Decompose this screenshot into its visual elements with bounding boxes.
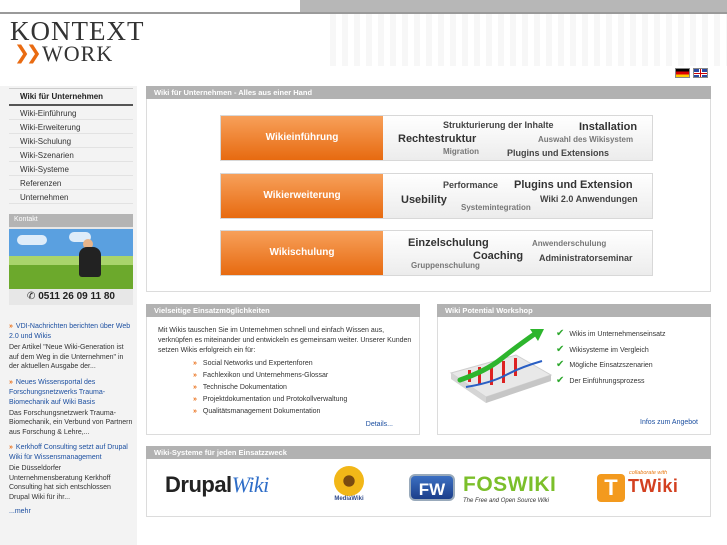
- check-item: ✔ Wikisysteme im Vergleich: [556, 343, 649, 355]
- nav-item-wiki-einfuehrung[interactable]: Wiki-Einführung: [9, 106, 133, 120]
- news-item: » Kerkhoff Consulting setzt auf Drupal Wi…: [9, 443, 133, 502]
- list-item: » Projektdokumentation und Protokollverwa…: [193, 396, 348, 403]
- news-item: » Neues Wissensportal des Forschungsnetzw…: [9, 378, 133, 438]
- page-header: KONTEXT ❯❯ WORK: [0, 0, 727, 83]
- language-switcher: [675, 68, 708, 78]
- checkmark-icon: ✔: [556, 359, 565, 370]
- checkmark-icon: ✔: [556, 343, 565, 355]
- keyword: Anwenderschulung: [532, 239, 607, 248]
- vielseitig-panel: Mit Wikis tauschen Sie im Unternehmen sc…: [146, 317, 420, 435]
- check-item: ✔ Wikis im Unternehmenseinsatz: [556, 328, 666, 339]
- keyword: Plugins und Extensions: [507, 148, 610, 158]
- keyword: Rechtestruktur: [398, 133, 477, 145]
- keyword: Einzelschulung: [408, 237, 489, 249]
- news-title-link[interactable]: » VDI-Nachrichten berichten über Web 2.0 …: [9, 322, 133, 342]
- list-item: » Technische Dokumentation: [193, 384, 287, 391]
- news-more-link[interactable]: ...mehr: [9, 508, 133, 515]
- nav-item-referenzen[interactable]: Referenzen: [9, 176, 133, 190]
- fw-badge-icon: FW: [409, 474, 455, 501]
- news-title-link[interactable]: » Neues Wissensportal des Forschungsnetzw…: [9, 378, 133, 408]
- mediawiki-logo[interactable]: MediaWiki: [329, 466, 369, 510]
- sunflower-icon: [334, 466, 364, 496]
- nav-item-wiki-systeme[interactable]: Wiki-Systeme: [9, 162, 133, 176]
- keyword: Plugins und Extension: [514, 179, 633, 191]
- hero-title: Wiki für Unternehmen - Alles aus einer H…: [146, 86, 711, 99]
- keyword: Performance: [443, 180, 499, 190]
- nav-item-unternehmen[interactable]: Unternehmen: [9, 190, 133, 204]
- keyword: Administratorseminar: [539, 253, 633, 263]
- phone-icon: ✆: [27, 291, 39, 302]
- details-link[interactable]: Details...: [366, 421, 393, 428]
- service-row-erweiterung: Wikierweiterung Performance Plugins und …: [220, 173, 653, 219]
- nav-item-wiki-szenarien[interactable]: Wiki-Szenarien: [9, 148, 133, 162]
- workshop-panel: ✔ Wikis im Unternehmenseinsatz ✔ Wikisyste…: [437, 317, 711, 435]
- news-text: Der Artikel "Neue Wiki-Generation ist au…: [9, 344, 124, 370]
- sidebar: Wiki für Unternehmen Wiki-Einführung Wik…: [0, 86, 137, 545]
- arrow-right-icon: »: [9, 323, 13, 330]
- list-item: » Qualitätsmanagement Dokumentation: [193, 408, 321, 415]
- vielseitig-list: » Social Networks und Expertenforen » Fach…: [193, 358, 413, 418]
- news-text: Die Düsseldorfer Unternehmensberatung Ke…: [9, 465, 111, 501]
- arrow-right-icon: »: [193, 396, 197, 403]
- kontextwork-logo[interactable]: KONTEXT ❯❯ WORK: [10, 18, 160, 68]
- keyword: Migration: [443, 147, 479, 156]
- keyword: Wiki 2.0 Anwendungen: [540, 194, 638, 204]
- checkmark-icon: ✔: [556, 374, 565, 386]
- arrow-right-icon: »: [9, 444, 13, 451]
- keyword: Systemintegration: [461, 203, 531, 212]
- header-band: [300, 0, 727, 12]
- check-item: ✔ Mögliche Einsatzszenarien: [556, 359, 653, 370]
- arrow-right-icon: »: [193, 372, 197, 379]
- keyword: Gruppenschulung: [411, 261, 480, 270]
- arrow-right-icon: »: [193, 408, 197, 415]
- workshop-title: Wiki Potential Workshop: [437, 304, 711, 317]
- systems-title: Wiki-Systeme für jeden Einsatzzweck: [146, 446, 711, 459]
- hero-panel: Wikieinführung Strukturierung der Inhalt…: [146, 99, 711, 292]
- checkmark-icon: ✔: [556, 328, 565, 339]
- nav-header[interactable]: Wiki für Unternehmen: [9, 88, 133, 106]
- service-row-schulung: Wikischulung Einzelschulung Anwenderschu…: [220, 230, 653, 276]
- news-text: Das Forschungsnetzwerk Trauma-Biomechani…: [9, 409, 133, 436]
- list-item: » Fachlexikon und Unternehmens-Glossar: [193, 372, 329, 379]
- check-item: ✔ Der Einführungsprozess: [556, 374, 645, 386]
- header-pattern: [330, 14, 727, 66]
- service-row-einfuehrung: Wikieinführung Strukturierung der Inhalt…: [220, 115, 653, 161]
- arrow-right-icon: »: [193, 384, 197, 391]
- infos-link[interactable]: Infos zum Angebot: [640, 419, 698, 426]
- keyword: Strukturierung der Inhalte: [443, 120, 554, 130]
- logo-chevron-icon: ❯❯: [14, 43, 42, 64]
- phone-number: 0511 26 09 11 80: [38, 291, 115, 302]
- systems-panel: DrupalWiki MediaWiki FW FOSWIKI The Free…: [146, 459, 711, 517]
- vielseitig-title: Vielseitige Einsatzmöglichkeiten: [146, 304, 420, 317]
- kontakt-photo: [9, 229, 133, 289]
- keyword: Auswahl des Wikisystem: [538, 135, 634, 144]
- logo-line2: WORK: [42, 41, 114, 66]
- news-list: » VDI-Nachrichten berichten über Web 2.0 …: [9, 322, 133, 515]
- wikischulung-button[interactable]: Wikischulung: [221, 231, 383, 275]
- kontakt-box: Kontakt ✆ 0511 26 09 11 80: [9, 214, 133, 305]
- nav-item-wiki-schulung[interactable]: Wiki-Schulung: [9, 134, 133, 148]
- arrow-right-icon: »: [193, 360, 197, 367]
- sidebar-nav: Wiki für Unternehmen Wiki-Einführung Wik…: [9, 88, 133, 204]
- kontakt-title: Kontakt: [9, 214, 133, 227]
- twiki-logo[interactable]: T collaborate with TWiki: [597, 470, 697, 502]
- arrow-right-icon: »: [9, 378, 13, 386]
- nav-item-wiki-erweiterung[interactable]: Wiki-Erweiterung: [9, 120, 133, 134]
- keyword: Installation: [579, 121, 638, 133]
- news-title-link[interactable]: » Kerkhoff Consulting setzt auf Drupal Wi…: [9, 443, 133, 463]
- kontakt-phone[interactable]: ✆ 0511 26 09 11 80: [9, 291, 133, 302]
- german-flag-icon[interactable]: [675, 68, 690, 78]
- keyword: Coaching: [473, 250, 524, 262]
- keyword: Usebility: [401, 194, 447, 206]
- growth-chart-illustration: [449, 329, 553, 403]
- news-item: » VDI-Nachrichten berichten über Web 2.0 …: [9, 322, 133, 372]
- workshop-checklist: ✔ Wikis im Unternehmenseinsatz ✔ Wikisyste…: [556, 327, 706, 389]
- vielseitig-intro: Mit Wikis tauschen Sie im Unternehmen sc…: [158, 327, 412, 354]
- twiki-t-icon: T: [597, 474, 625, 502]
- drupal-wiki-logo[interactable]: DrupalWiki: [165, 472, 269, 498]
- english-flag-icon[interactable]: [693, 68, 708, 78]
- wikieinfuehrung-button[interactable]: Wikieinführung: [221, 116, 383, 160]
- list-item: » Social Networks und Expertenforen: [193, 360, 313, 367]
- wikierweiterung-button[interactable]: Wikierweiterung: [221, 174, 383, 218]
